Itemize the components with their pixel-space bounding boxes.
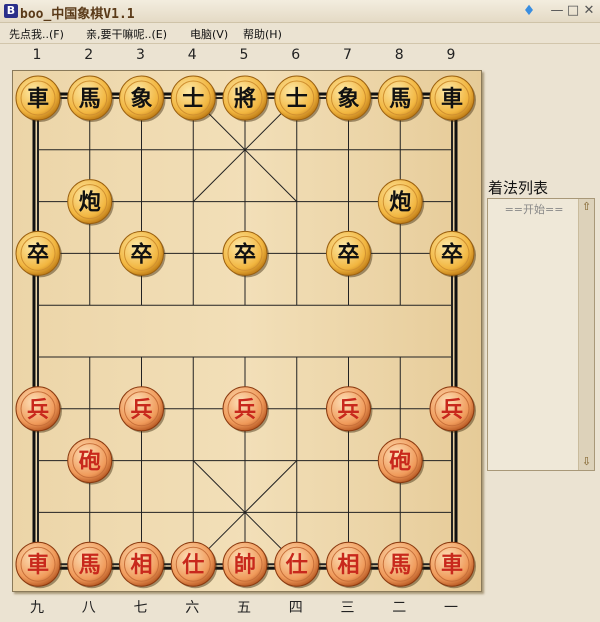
piece-label[interactable]: 砲 — [389, 449, 411, 475]
scroll-down-icon[interactable]: ⇩ — [579, 455, 594, 469]
piece-label[interactable]: 士 — [182, 87, 204, 112]
close-button[interactable]: ✕ — [582, 3, 596, 18]
piece-label[interactable]: 帥 — [234, 552, 256, 578]
file-label-top-9: 9 — [446, 47, 456, 63]
piece-label[interactable]: 象 — [130, 86, 152, 112]
piece-label[interactable]: 馬 — [79, 553, 101, 578]
piece-label[interactable]: 卒 — [441, 241, 463, 267]
piece-label[interactable]: 卒 — [130, 241, 152, 267]
piece-label[interactable]: 兵 — [234, 398, 256, 423]
file-label-top-5: 5 — [239, 47, 249, 63]
move-list[interactable]: ==开始== ⇧ ⇩ — [487, 198, 595, 471]
window-title: boo_中国象棋V1.1 — [20, 7, 135, 22]
piece-label[interactable]: 兵 — [337, 398, 359, 423]
move-list-start[interactable]: ==开始== — [488, 201, 580, 217]
move-list-label: 着法列表 — [488, 179, 549, 197]
file-label-top-3: 3 — [136, 47, 145, 63]
piece-label[interactable]: 相 — [130, 553, 152, 578]
minimize-button[interactable]: — — [550, 3, 564, 18]
file-label-bottom-1: 九 — [30, 600, 44, 616]
piece-label[interactable]: 車 — [441, 553, 463, 578]
piece-label[interactable]: 卒 — [27, 241, 49, 267]
piece-label[interactable]: 兵 — [27, 398, 49, 423]
board-grid[interactable]: 車馬象士將士象馬車炮 炮卒卒卒卒卒兵兵兵兵兵砲 砲車馬相仕帥仕相馬車 — [13, 71, 481, 591]
piece-label[interactable]: 卒 — [337, 241, 359, 267]
file-label-bottom-6: 四 — [288, 600, 303, 616]
piece-label[interactable]: 車 — [441, 87, 463, 112]
piece-label[interactable]: 炮 — [389, 190, 411, 216]
scroll-up-icon[interactable]: ⇧ — [579, 200, 594, 214]
piece-label[interactable]: 相 — [337, 553, 359, 578]
file-label-bottom-3: 七 — [133, 600, 148, 616]
file-label-bottom-5: 五 — [237, 600, 251, 616]
piece-label[interactable]: 馬 — [389, 553, 411, 578]
file-label-bottom-2: 八 — [81, 600, 96, 616]
file-label-bottom-9: 一 — [444, 600, 458, 616]
menu-computer[interactable]: 电脑(V) — [190, 26, 228, 42]
file-label-top-6: 6 — [291, 47, 301, 63]
menu-help[interactable]: 帮助(H) — [243, 26, 282, 42]
shirt-icon[interactable]: ♦ — [522, 3, 536, 19]
maximize-button[interactable]: □ — [566, 3, 580, 18]
file-label-top-8: 8 — [394, 47, 404, 63]
piece-label[interactable]: 兵 — [130, 398, 152, 423]
menu-bar: 先点我..(F) 亲,要干嘛呢..(E) 电脑(V) 帮助(H) — [0, 23, 600, 44]
file-label-bottom-7: 三 — [340, 600, 355, 616]
scrollbar[interactable]: ⇧ ⇩ — [578, 199, 594, 470]
piece-label[interactable]: 車 — [27, 553, 49, 578]
piece-label[interactable]: 將 — [234, 87, 256, 112]
piece-label[interactable]: 馬 — [389, 87, 411, 112]
title-bar: B boo_中国象棋V1.1 ♦ — □ ✕ — [0, 0, 600, 23]
file-label-top-7: 7 — [343, 47, 352, 63]
piece-label[interactable]: 象 — [337, 86, 359, 112]
piece-label[interactable]: 士 — [286, 87, 308, 112]
file-label-top-2: 2 — [84, 47, 94, 63]
piece-label[interactable]: 馬 — [79, 87, 101, 112]
piece-label[interactable]: 仕 — [285, 553, 308, 578]
chess-board[interactable]: 車馬象士將士象馬車炮炮卒卒卒卒卒兵兵兵兵兵砲砲車馬相仕帥仕相馬車 — [12, 70, 482, 592]
piece-label[interactable]: 砲 — [79, 449, 101, 475]
piece-label[interactable]: 車 — [27, 87, 49, 112]
board-wood — [13, 71, 481, 591]
piece-label[interactable]: 仕 — [181, 553, 204, 578]
file-label-bottom-8: 二 — [392, 600, 407, 616]
file-label-top-1: 1 — [32, 47, 42, 63]
menu-start[interactable]: 先点我..(F) — [9, 26, 64, 42]
app-icon: B — [4, 4, 18, 18]
menu-action[interactable]: 亲,要干嘛呢..(E) — [86, 26, 167, 42]
piece-label[interactable]: 炮 — [79, 190, 101, 216]
file-label-bottom-4: 六 — [185, 600, 200, 616]
piece-label[interactable]: 兵 — [441, 398, 463, 423]
file-label-top-4: 4 — [187, 47, 197, 63]
piece-label[interactable]: 卒 — [234, 241, 256, 267]
